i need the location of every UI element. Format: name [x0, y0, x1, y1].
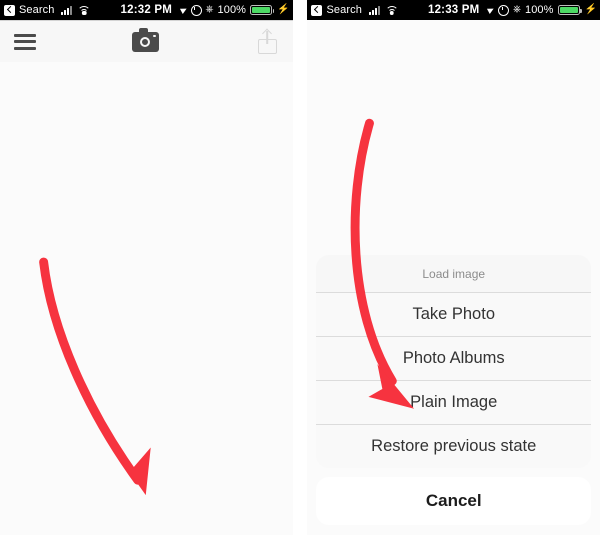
- share-icon: [257, 28, 277, 54]
- battery-icon: [557, 5, 582, 15]
- left-annotation-arrow: [39, 257, 151, 496]
- left-phone-screen: Search 12:32 PM ⎈ 100% ⚡: [0, 0, 293, 535]
- left-status-bar: Search 12:32 PM ⎈ 100% ⚡: [0, 0, 293, 20]
- panel-divider: [292, 0, 298, 535]
- menu-button[interactable]: [0, 30, 102, 53]
- battery-icon: [250, 5, 275, 15]
- cancel-button[interactable]: Cancel: [316, 477, 591, 525]
- right-status-bar: Search 12:33 PM ⎈ 100% ⚡: [307, 0, 600, 20]
- alarm-clock-icon: [190, 4, 202, 16]
- status-bar-time: 12:33 PM: [427, 4, 480, 16]
- screenshot-pair: Search 12:32 PM ⎈ 100% ⚡ Search 12:33 PM…: [0, 0, 600, 535]
- alarm-clock-icon: [497, 4, 509, 16]
- right-phone-screen: Search 12:33 PM ⎈ 100% ⚡ Load image Take…: [307, 0, 600, 535]
- action-sheet-item-photo-albums[interactable]: Photo Albums: [316, 337, 591, 381]
- action-sheet-item-plain-image[interactable]: Plain Image: [316, 381, 591, 425]
- camera-button[interactable]: [102, 28, 190, 52]
- left-bottom-toolbar: [0, 20, 293, 62]
- action-sheet-group: Load image Take Photo Photo Albums Plain…: [316, 255, 591, 468]
- action-sheet-item-restore-previous-state[interactable]: Restore previous state: [316, 425, 591, 468]
- action-sheet-title: Load image: [316, 255, 591, 293]
- action-sheet-item-take-photo[interactable]: Take Photo: [316, 293, 591, 337]
- camera-icon: [131, 28, 159, 52]
- action-sheet: Load image Take Photo Photo Albums Plain…: [307, 255, 600, 535]
- hamburger-menu-icon: [14, 30, 36, 53]
- status-bar-time: 12:32 PM: [120, 4, 172, 16]
- share-button[interactable]: [189, 28, 293, 54]
